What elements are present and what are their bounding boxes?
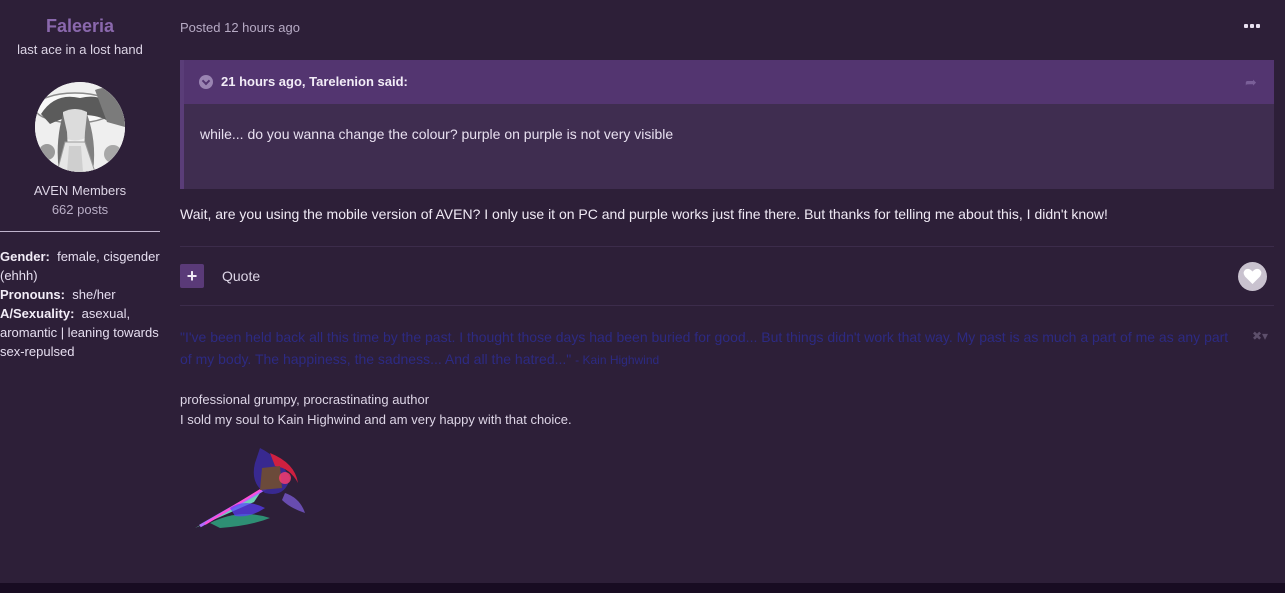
quote-block: 21 hours ago, Tarelenion said: ➦ while..… [180, 60, 1274, 189]
signature-sprite-image [190, 438, 315, 533]
profile-fields: Gender: female, cisgender (ehhh) Pronoun… [0, 247, 160, 361]
signature-line: professional grumpy, procrastinating aut… [180, 392, 430, 407]
signature-quote: "I've been held back all this time by th… [180, 326, 1240, 371]
close-icon[interactable]: ✖▾ [1252, 329, 1268, 343]
quote-button[interactable]: Quote [222, 268, 260, 284]
divider [180, 246, 1274, 247]
post-meta: Posted 12 hours ago [180, 20, 300, 35]
signature-line: I sold my soul to Kain Highwind and am v… [180, 412, 572, 427]
profile-field-value: she/her [72, 287, 116, 302]
quote-header: 21 hours ago, Tarelenion said: ➦ [184, 60, 1274, 104]
divider [180, 305, 1274, 306]
ellipsis-icon[interactable] [1244, 24, 1264, 32]
author-post-count: 662 posts [51, 202, 109, 217]
profile-field-gender: Gender: female, cisgender (ehhh) [0, 247, 160, 285]
posted-time[interactable]: 12 hours ago [224, 20, 300, 35]
avatar[interactable] [35, 82, 125, 172]
forum-post-page: Faleeria last ace in a lost hand AVEN Me… [0, 0, 1285, 583]
quote-citation[interactable]: 21 hours ago, Tarelenion said: [221, 74, 408, 89]
multiquote-button[interactable]: + [180, 264, 204, 288]
author-group: AVEN Members [33, 183, 127, 198]
signature-attribution: - Kain Highwind [575, 353, 660, 367]
signature-quote-text: "I've been held back all this time by th… [180, 329, 1229, 367]
share-arrow-icon[interactable]: ➦ [1245, 74, 1257, 91]
heart-icon[interactable] [1238, 262, 1267, 291]
profile-field-pronouns: Pronouns: she/her [0, 285, 160, 304]
profile-field-label: Gender: [0, 249, 50, 264]
post-content: Wait, are you using the mobile version o… [180, 206, 1108, 222]
profile-field-asexuality: A/Sexuality: asexual, aromantic | leanin… [0, 304, 160, 361]
profile-field-label: Pronouns: [0, 287, 65, 302]
author-title: last ace in a lost hand [17, 42, 143, 57]
author-name[interactable]: Faleeria [0, 16, 160, 37]
author-divider [0, 231, 160, 232]
profile-field-label: A/Sexuality: [0, 306, 75, 321]
quote-body: while... do you wanna change the colour?… [200, 126, 674, 142]
chevron-down-icon[interactable] [199, 75, 213, 89]
posted-label: Posted [180, 20, 221, 35]
footer-strip [0, 583, 1285, 593]
